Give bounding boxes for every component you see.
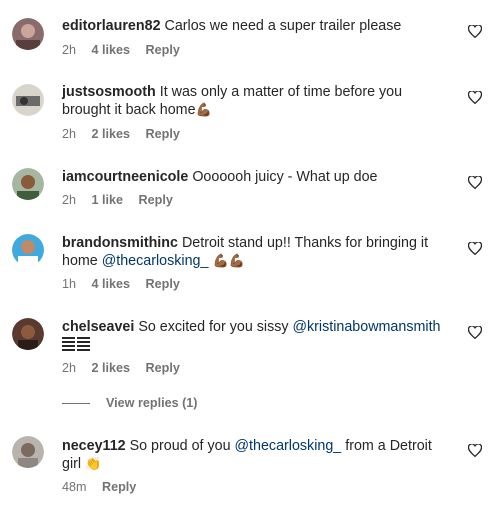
reply-button[interactable]: Reply <box>146 127 180 141</box>
heart-outline-icon[interactable] <box>468 326 482 339</box>
flexed-biceps-icon: 💪🏾💪🏾 <box>212 253 245 268</box>
avatar[interactable] <box>12 84 44 116</box>
comment-body: So excited for you sissy <box>138 319 289 335</box>
comment-time: 2h <box>62 43 77 57</box>
comment-username[interactable]: necey112 <box>62 438 126 454</box>
comment-meta: 1h 4 likes Reply <box>62 277 192 291</box>
comment-meta: 2h 4 likes Reply <box>62 43 192 57</box>
reply-button[interactable]: Reply <box>102 480 136 494</box>
comment-username[interactable]: editorlauren82 <box>62 18 161 34</box>
mention-link[interactable]: @thecarlosking_ <box>235 438 342 454</box>
comment-text: brandonsmithinc Detroit stand up!! Thank… <box>62 234 454 270</box>
reply-button[interactable]: Reply <box>146 43 180 57</box>
mention-link[interactable]: @thecarlosking_ <box>102 253 209 269</box>
comment-likes[interactable]: 2 likes <box>92 127 131 141</box>
comment-body: Carlos we need a super trailer please <box>164 18 402 34</box>
comment-likes[interactable]: 1 like <box>92 193 124 207</box>
comment-username[interactable]: iamcourtneenicole <box>62 169 188 185</box>
comment-time: 2h <box>62 361 77 375</box>
heart-outline-icon[interactable] <box>468 25 482 38</box>
avatar[interactable] <box>12 436 44 468</box>
comment-text: editorlauren82 Carlos we need a super tr… <box>62 17 454 35</box>
comment-meta: 2h 2 likes Reply <box>62 127 192 141</box>
view-replies-button[interactable]: View replies (1) <box>62 396 197 410</box>
heart-outline-icon[interactable] <box>468 91 482 104</box>
flag-stripes-icon <box>62 337 90 351</box>
avatar[interactable] <box>12 168 44 200</box>
reply-button[interactable]: Reply <box>146 277 180 291</box>
comment-likes[interactable]: 4 likes <box>92 43 131 57</box>
comment-username[interactable]: justsosmooth <box>62 84 156 100</box>
comment-meta: 2h 2 likes Reply <box>62 361 192 375</box>
comment-text: justsosmooth It was only a matter of tim… <box>62 83 454 119</box>
heart-outline-icon[interactable] <box>468 242 482 255</box>
divider <box>62 402 90 404</box>
comment-time: 1h <box>62 277 77 291</box>
comment-username[interactable]: chelseavei <box>62 319 134 335</box>
reply-button[interactable]: Reply <box>139 193 173 207</box>
clapping-hands-icon: 👏 <box>85 456 102 471</box>
comment-time: 48m <box>62 480 87 494</box>
comment-meta: 48m Reply <box>62 480 148 494</box>
view-replies-label: View replies (1) <box>106 396 198 410</box>
heart-outline-icon[interactable] <box>468 176 482 189</box>
avatar[interactable] <box>12 318 44 350</box>
comment-text: necey112 So proud of you @thecarlosking_… <box>62 437 454 473</box>
mention-link[interactable]: @kristinabowmansmith <box>293 319 441 335</box>
comment-username[interactable]: brandonsmithinc <box>62 235 178 251</box>
flexed-biceps-icon: 💪🏾 <box>195 102 212 117</box>
comment-likes[interactable]: 4 likes <box>92 277 131 291</box>
avatar[interactable] <box>12 18 44 50</box>
comment-body: So proud of you <box>129 438 231 454</box>
heart-outline-icon[interactable] <box>468 444 482 457</box>
comment-time: 2h <box>62 193 77 207</box>
comment-text: iamcourtneenicole Ooooooh juicy - What u… <box>62 168 454 186</box>
comment-text: chelseavei So excited for you sissy @kri… <box>62 318 454 354</box>
comment-body: Ooooooh juicy - What up doe <box>192 169 378 185</box>
avatar[interactable] <box>12 234 44 266</box>
comment-meta: 2h 1 like Reply <box>62 193 185 207</box>
comment-likes[interactable]: 2 likes <box>92 361 131 375</box>
comment-time: 2h <box>62 127 77 141</box>
reply-button[interactable]: Reply <box>146 361 180 375</box>
